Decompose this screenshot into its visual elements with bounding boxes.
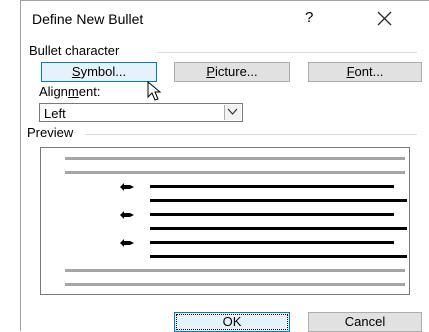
preview-line — [65, 269, 405, 272]
preview-divider — [85, 134, 417, 135]
preview-box — [40, 147, 410, 295]
dialog-titlebar: Define New Bullet ? — [21, 1, 429, 37]
preview-line — [150, 241, 394, 244]
preview-group-label: Preview — [27, 125, 78, 140]
alignment-value: Left — [44, 106, 66, 121]
preview-line — [150, 227, 407, 230]
help-button[interactable]: ? — [305, 9, 313, 26]
mouse-pointer-icon — [147, 81, 162, 101]
preview-line — [150, 199, 407, 202]
define-new-bullet-dialog: Define New Bullet ? Bullet character Sym… — [20, 0, 429, 332]
font-button[interactable]: Font... — [308, 62, 422, 82]
preview-line — [150, 185, 394, 188]
preview-line — [150, 213, 394, 216]
alignment-select[interactable]: Left — [39, 103, 243, 122]
picture-button[interactable]: Picture... — [174, 62, 290, 82]
chevron-down-icon[interactable] — [224, 105, 241, 120]
bullet-icon — [120, 183, 134, 191]
ok-button[interactable]: OK — [174, 312, 290, 332]
bullet-icon — [120, 239, 134, 247]
symbol-button[interactable]: Symbol... — [41, 62, 157, 82]
preview-line — [65, 171, 405, 174]
close-icon[interactable] — [372, 8, 398, 30]
preview-line — [150, 255, 407, 258]
preview-line — [65, 283, 405, 286]
cancel-button[interactable]: Cancel — [308, 312, 422, 332]
bullet-character-group-label: Bullet character — [29, 43, 124, 58]
dialog-title: Define New Bullet — [32, 11, 144, 27]
bullet-character-divider — [157, 52, 417, 53]
preview-line — [65, 157, 405, 160]
bullet-icon — [120, 211, 134, 219]
alignment-label: Alignment: — [39, 84, 101, 99]
